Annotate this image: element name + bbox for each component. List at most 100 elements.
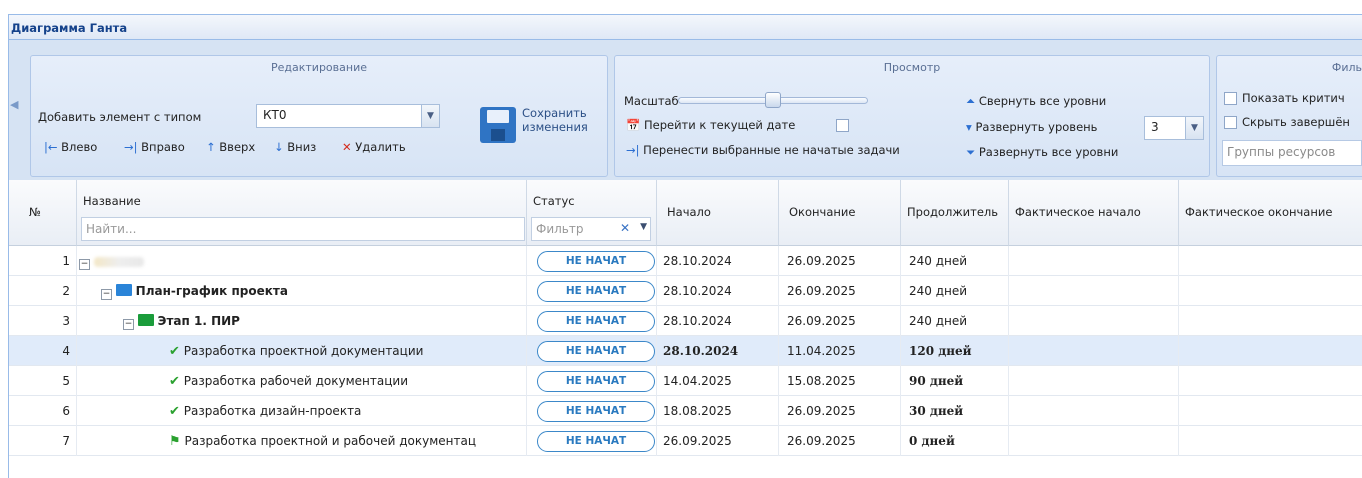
table-row[interactable]: 2 − План-график проекта НЕ НАЧАТ 28.10.2… <box>9 276 1362 306</box>
row-duration: 0 дней <box>901 426 1009 456</box>
chevron-down-icon[interactable]: ▼ <box>1185 117 1203 139</box>
row-duration: 90 дней <box>901 366 1009 396</box>
col-header-actual-end[interactable]: Фактическое окончание <box>1179 180 1362 246</box>
status-badge: НЕ НАЧАТ <box>537 251 655 272</box>
save-label-line2: изменения <box>522 120 588 134</box>
row-name-cell[interactable]: − План-график проекта <box>77 276 527 306</box>
milestone-flag-icon: ⚑ <box>169 434 181 449</box>
goto-today-checkbox[interactable] <box>836 119 849 132</box>
expand-level-select[interactable]: 3 ▼ <box>1144 116 1204 140</box>
row-actual-start <box>1009 336 1179 366</box>
col-header-name[interactable]: Название Найти... <box>77 180 527 246</box>
row-name-cell[interactable]: ✔ Разработка дизайн-проекта <box>77 396 527 426</box>
row-start: 18.08.2025 <box>657 396 779 426</box>
col-actual-start-label: Фактическое начало <box>1015 205 1141 219</box>
table-row[interactable]: 4 ✔ Разработка проектной документации НЕ… <box>9 336 1362 366</box>
status-badge: НЕ НАЧАТ <box>537 401 655 422</box>
row-name: Разработка дизайн-проекта <box>183 404 362 418</box>
row-actual-end <box>1179 336 1362 366</box>
row-duration: 240 дней <box>901 246 1009 276</box>
row-num: 1 <box>9 246 77 276</box>
table-row[interactable]: 5 ✔ Разработка рабочей документации НЕ Н… <box>9 366 1362 396</box>
save-changes-button[interactable]: Сохранить изменения <box>522 106 588 134</box>
clear-filter-icon[interactable]: ✕ <box>620 221 630 235</box>
move-unstarted-tasks-button[interactable]: →| Перенести выбранные не начатые задачи <box>626 143 900 157</box>
move-down-button[interactable]: ↓ Вниз <box>274 140 316 154</box>
row-name-cell[interactable]: − Этап 1. ПИР <box>77 306 527 336</box>
row-name-cell[interactable]: ✔ Разработка проектной документации <box>77 336 527 366</box>
row-actual-start <box>1009 396 1179 426</box>
expand-level-button[interactable]: ▾ Развернуть уровень <box>966 120 1097 134</box>
col-header-status[interactable]: Статус Фильтр ✕ ▼ <box>527 180 657 246</box>
row-name: Разработка проектной документации <box>183 344 424 358</box>
status-filter-input[interactable]: Фильтр ✕ ▼ <box>531 217 651 241</box>
scale-slider-thumb[interactable] <box>765 92 781 108</box>
row-end: 11.04.2025 <box>779 336 901 366</box>
expand-icon: ▾ <box>966 120 972 134</box>
table-row[interactable]: 3 − Этап 1. ПИР НЕ НАЧАТ 28.10.2024 26.0… <box>9 306 1362 336</box>
row-start: 28.10.2024 <box>657 246 779 276</box>
folder-icon <box>115 284 132 296</box>
ribbon-scroll-left-icon[interactable]: ◀ <box>10 98 18 111</box>
window-title: Диаграмма Ганта <box>11 21 128 35</box>
name-search-input[interactable]: Найти... <box>81 217 525 241</box>
hide-completed-checkbox[interactable] <box>1224 116 1237 129</box>
row-num: 6 <box>9 396 77 426</box>
table-row[interactable]: 1 − НЕ НАЧАТ 28.10.2024 26.09.2025 240 д… <box>9 246 1362 276</box>
table-row[interactable]: 6 ✔ Разработка дизайн-проекта НЕ НАЧАТ 1… <box>9 396 1362 426</box>
row-actual-start <box>1009 246 1179 276</box>
col-header-start[interactable]: Начало <box>657 180 779 246</box>
save-icon[interactable] <box>480 107 516 143</box>
collapse-toggle-icon[interactable]: − <box>123 319 134 330</box>
collapse-toggle-icon[interactable]: − <box>79 259 90 270</box>
expand-all-icon: ⏷ <box>966 145 976 159</box>
row-actual-end <box>1179 246 1362 276</box>
collapse-all-label: Свернуть все уровни <box>978 94 1107 108</box>
row-status-cell: НЕ НАЧАТ <box>527 306 657 336</box>
row-num: 4 <box>9 336 77 366</box>
row-actual-end <box>1179 426 1362 456</box>
table-row[interactable]: 7 ⚑ Разработка проектной и рабочей докум… <box>9 426 1362 456</box>
checkmark-icon: ✔ <box>169 344 180 359</box>
row-duration: 120 дней <box>901 336 1009 366</box>
col-header-num[interactable]: № <box>9 180 77 246</box>
col-header-duration[interactable]: Продолжитель <box>901 180 1009 246</box>
collapse-all-button[interactable]: ⏶ Свернуть все уровни <box>966 94 1106 109</box>
move-left-label: Влево <box>61 140 98 154</box>
show-critical-checkbox[interactable] <box>1224 92 1237 105</box>
arrow-right-icon: →| <box>124 140 138 154</box>
move-up-button[interactable]: ↑ Вверх <box>206 140 255 154</box>
row-actual-start <box>1009 306 1179 336</box>
ribbon-group-view: Просмотр <box>614 55 1210 177</box>
move-right-button[interactable]: →| Вправо <box>124 140 185 154</box>
resource-groups-input[interactable]: Группы ресурсов <box>1222 140 1362 166</box>
row-actual-end <box>1179 306 1362 336</box>
expand-all-button[interactable]: ⏷ Развернуть все уровни <box>966 145 1118 160</box>
status-filter-placeholder: Фильтр <box>536 222 584 236</box>
col-num-label: № <box>29 205 41 219</box>
col-header-actual-start[interactable]: Фактическое начало <box>1009 180 1179 246</box>
move-up-label: Вверх <box>219 140 256 154</box>
row-name-cell[interactable]: ⚑ Разработка проектной и рабочей докумен… <box>77 426 527 456</box>
row-end: 26.09.2025 <box>779 246 901 276</box>
col-header-end[interactable]: Окончание <box>779 180 901 246</box>
arrow-left-icon: |← <box>44 140 58 154</box>
row-end: 26.09.2025 <box>779 276 901 306</box>
move-left-button[interactable]: |← Влево <box>44 140 97 154</box>
goto-today-label: Перейти к текущей дате <box>643 118 796 132</box>
collapse-toggle-icon[interactable]: − <box>101 289 112 300</box>
goto-today-button[interactable]: 📅 Перейти к текущей дате <box>626 118 795 132</box>
chevron-down-icon[interactable]: ▼ <box>640 222 647 232</box>
move-down-label: Вниз <box>287 140 317 154</box>
show-critical-label: Показать критич <box>1242 91 1345 105</box>
hide-completed-label: Скрыть завершён <box>1242 115 1350 129</box>
row-actual-end <box>1179 396 1362 426</box>
col-actual-end-label: Фактическое окончание <box>1185 205 1333 219</box>
delete-button[interactable]: ✕ Удалить <box>342 140 406 154</box>
group-title-editing: Редактирование <box>271 61 367 74</box>
row-name-cell[interactable]: − <box>77 246 527 276</box>
row-num: 3 <box>9 306 77 336</box>
add-element-type-select[interactable]: КТ0 ▼ <box>256 104 440 128</box>
chevron-down-icon[interactable]: ▼ <box>421 105 439 127</box>
row-name-cell[interactable]: ✔ Разработка рабочей документации <box>77 366 527 396</box>
